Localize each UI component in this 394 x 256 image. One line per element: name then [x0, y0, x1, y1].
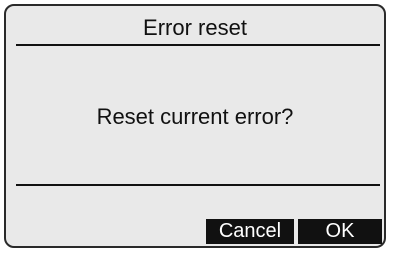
ok-button[interactable]: OK [298, 219, 382, 244]
cancel-button[interactable]: Cancel [206, 219, 294, 244]
dialog-title: Error reset [143, 15, 247, 40]
footer-divider [16, 184, 380, 186]
dialog-message: Reset current error? [96, 104, 294, 129]
error-reset-dialog: Error reset Reset current error? Cancel … [4, 4, 386, 248]
title-divider [16, 44, 380, 46]
